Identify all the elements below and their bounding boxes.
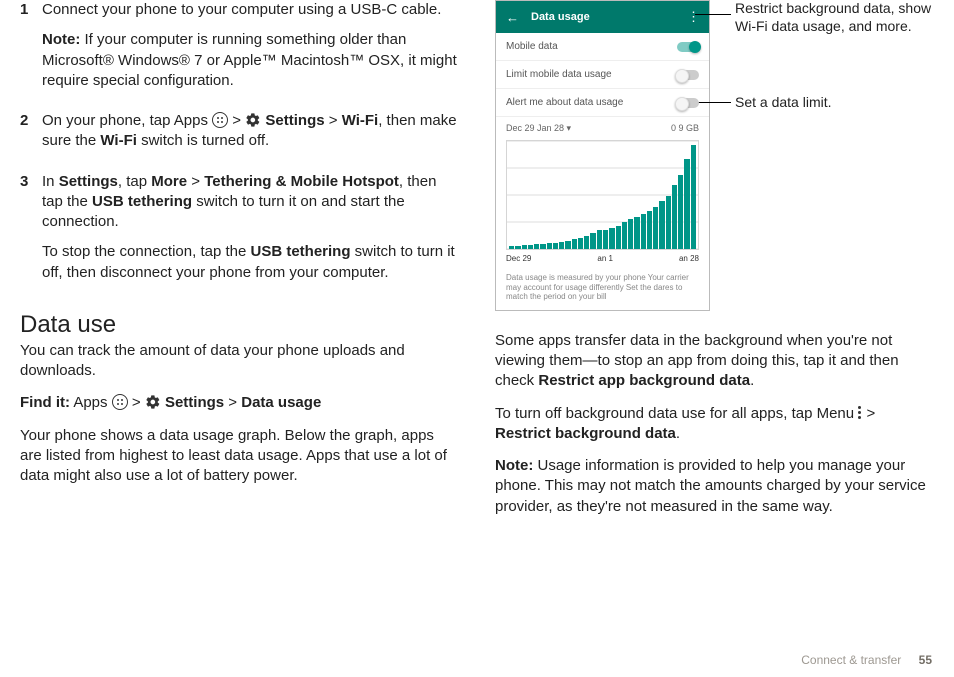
chart-bar — [653, 207, 658, 249]
chart-bar — [572, 239, 577, 249]
chart-bar — [553, 243, 558, 249]
row-alert-data[interactable]: Alert me about data usage — [496, 89, 709, 117]
toggle-off[interactable] — [677, 98, 699, 108]
callout-limit: Set a data limit. — [735, 94, 935, 112]
toggle-off[interactable] — [677, 70, 699, 80]
row-label: Alert me about data usage — [506, 97, 623, 108]
toggle-on[interactable] — [677, 42, 699, 52]
phone-screen: ← Data usage ⋮ Mobile data Limit mobile … — [495, 0, 710, 311]
step-2-text: On your phone, tap Apps > Settings > Wi-… — [42, 111, 459, 152]
row-label: Mobile data — [506, 41, 558, 52]
chart-bar — [622, 222, 627, 249]
chart-bar — [578, 238, 583, 249]
chart-bar — [603, 230, 608, 249]
page-number: 55 — [919, 653, 932, 667]
data-use-heading: Data use — [20, 311, 459, 339]
phone-app-bar: ← Data usage ⋮ — [496, 1, 709, 33]
callout-menu: Restrict background data, show Wi-Fi dat… — [735, 0, 935, 35]
gear-icon — [145, 394, 161, 410]
step-number: 1 — [20, 0, 42, 101]
range-left: Dec 29 Jan 28 ▾ — [506, 123, 571, 134]
chart-bar — [565, 241, 570, 249]
chart-bar — [691, 145, 696, 249]
chart-bar — [634, 217, 639, 249]
phone-footnote: Data usage is measured by your phone You… — [496, 269, 709, 310]
step-number: 2 — [20, 111, 42, 162]
chart-bar — [522, 245, 527, 249]
back-icon[interactable]: ← — [506, 10, 519, 25]
chart-bar — [672, 185, 677, 249]
data-use-body: Your phone shows a data usage graph. Bel… — [20, 426, 459, 487]
right-note: Note: Usage information is provided to h… — [495, 456, 934, 517]
find-it-line: Find it: Apps > Settings > Data usage — [20, 393, 459, 413]
step-3-text: In Settings, tap More > Tethering & Mobi… — [42, 172, 459, 233]
right-column: Restrict background data, show Wi-Fi dat… — [495, 0, 934, 529]
step-number: 3 — [20, 172, 42, 293]
footer-section: Connect & transfer — [801, 653, 901, 667]
chart-bar — [540, 244, 545, 249]
step-1: 1 Connect your phone to your computer us… — [20, 0, 459, 101]
chart-bar — [597, 230, 602, 249]
step-3-stop: To stop the connection, tap the USB teth… — [42, 242, 459, 283]
chart-bar — [590, 233, 595, 249]
row-mobile-data[interactable]: Mobile data — [496, 33, 709, 61]
step-2: 2 On your phone, tap Apps > Settings > W… — [20, 111, 459, 162]
chart-bar — [609, 228, 614, 249]
right-para-1: Some apps transfer data in the backgroun… — [495, 331, 934, 392]
apps-icon — [212, 112, 228, 128]
left-column: 1 Connect your phone to your computer us… — [20, 0, 459, 529]
phone-title: Data usage — [531, 11, 687, 23]
page-footer: Connect & transfer 55 — [801, 653, 932, 667]
chart-bar — [666, 196, 671, 249]
data-use-intro: You can track the amount of data your ph… — [20, 341, 459, 382]
menu-dots-icon — [858, 405, 862, 421]
chart-bar — [547, 243, 552, 249]
gear-icon — [245, 112, 261, 128]
chart-bar — [559, 242, 564, 249]
note-label: Note: — [42, 31, 80, 48]
range-right: 0 9 GB — [671, 123, 699, 134]
chart-bar — [509, 246, 514, 249]
right-para-2: To turn off background data use for all … — [495, 404, 934, 445]
step-3: 3 In Settings, tap More > Tethering & Mo… — [20, 172, 459, 293]
step-1-note: Note: If your computer is running someth… — [42, 30, 459, 91]
callout-line — [695, 14, 731, 15]
chart-bar — [616, 226, 621, 249]
usage-chart — [496, 136, 709, 252]
callout-line — [695, 102, 731, 103]
date-range-row[interactable]: Dec 29 Jan 28 ▾ 0 9 GB — [496, 117, 709, 136]
chart-bar — [684, 159, 689, 249]
chart-bar — [515, 246, 520, 249]
chart-bar — [534, 244, 539, 249]
chart-bar — [628, 219, 633, 249]
phone-illustration: Restrict background data, show Wi-Fi dat… — [495, 0, 934, 311]
chart-bar — [641, 214, 646, 249]
chart-bar — [584, 236, 589, 249]
row-limit-data[interactable]: Limit mobile data usage — [496, 61, 709, 89]
note-text: If your computer is running something ol… — [42, 31, 457, 89]
chart-bar — [659, 201, 664, 249]
chart-bar — [528, 245, 533, 249]
chart-bar — [678, 175, 683, 249]
row-label: Limit mobile data usage — [506, 69, 612, 80]
chart-x-labels: Dec 29 an 1 an 28 — [496, 252, 709, 269]
chart-bar — [647, 211, 652, 249]
apps-icon — [112, 394, 128, 410]
menu-icon[interactable]: ⋮ — [687, 9, 699, 25]
step-1-text: Connect your phone to your computer usin… — [42, 0, 459, 20]
